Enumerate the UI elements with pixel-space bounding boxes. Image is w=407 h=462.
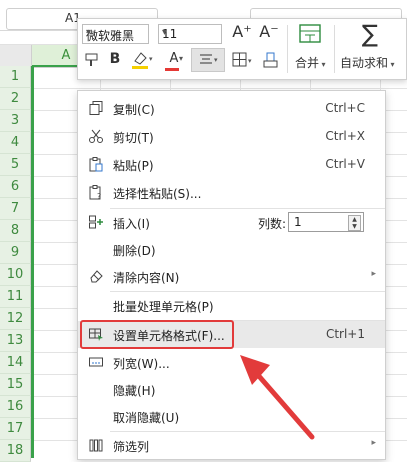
- highlight-box: [80, 320, 234, 349]
- svg-text:▾: ▾: [214, 56, 218, 64]
- format-painter-icon[interactable]: [82, 51, 102, 73]
- menu-item-insert[interactable]: 插入(I) 列数: 1 ▲ ▼: [78, 209, 385, 236]
- menu-item-cut[interactable]: 剪切(T) Ctrl+X: [78, 123, 385, 150]
- row-header[interactable]: 13: [0, 330, 31, 352]
- row-header[interactable]: 2: [0, 88, 31, 110]
- row-header[interactable]: 1: [0, 66, 31, 88]
- copy-icon: [88, 100, 104, 116]
- row-header[interactable]: 10: [0, 264, 31, 286]
- row-header[interactable]: 17: [0, 418, 31, 440]
- font-color-button[interactable]: A ▾: [162, 50, 186, 71]
- menu-item-label: 复制(C): [113, 103, 155, 117]
- row-header[interactable]: 15: [0, 374, 31, 396]
- row-header[interactable]: 3: [0, 110, 31, 132]
- menu-item-label: 筛选列: [113, 440, 150, 454]
- eraser-icon: [88, 268, 104, 284]
- clear-format-icon[interactable]: [260, 50, 282, 74]
- merge-icon[interactable]: [296, 23, 324, 49]
- menu-item-label: 取消隐藏(U): [113, 411, 180, 425]
- menu-item-label: 选择性粘贴(S)...: [113, 187, 202, 201]
- grow-font-icon[interactable]: A⁺: [231, 22, 253, 41]
- chevron-down-icon: ▾: [86, 27, 92, 38]
- row-header[interactable]: 11: [0, 286, 31, 308]
- menu-item-label: 隐藏(H): [113, 384, 156, 398]
- menu-item-clear-contents[interactable]: 清除内容(N) ▸: [78, 263, 385, 290]
- menu-item-label: 列宽(W)...: [113, 357, 170, 371]
- align-button[interactable]: ▾: [191, 48, 225, 72]
- svg-text:▾: ▾: [248, 57, 252, 65]
- svg-text:?: ?: [97, 192, 101, 200]
- menu-item-copy[interactable]: 复制(C) Ctrl+C: [78, 95, 385, 122]
- shrink-font-icon[interactable]: A⁻: [258, 22, 280, 41]
- font-size-select[interactable]: 11 ▾: [158, 24, 222, 44]
- row-header[interactable]: 6: [0, 176, 31, 198]
- border-button[interactable]: ▾: [230, 50, 256, 74]
- column-count-value: 1: [294, 215, 302, 229]
- autosum-button[interactable]: 自动求和 ▾: [340, 54, 395, 71]
- column-count-input[interactable]: 1 ▲ ▼: [288, 212, 364, 232]
- merge-label: 合并: [295, 56, 320, 70]
- chevron-right-icon: ▸: [371, 438, 376, 448]
- menu-item-label: 删除(D): [113, 244, 156, 258]
- menu-item-delete[interactable]: 删除(D): [78, 236, 385, 263]
- column-count-label: 列数:: [258, 217, 287, 231]
- highlight-color-button[interactable]: ▾: [128, 49, 154, 75]
- bold-button[interactable]: B: [106, 51, 124, 67]
- select-all-corner[interactable]: [0, 45, 32, 67]
- font-name-select[interactable]: 微软雅黑 ▾: [82, 24, 149, 44]
- chevron-right-icon: ▸: [371, 269, 376, 279]
- menu-item-batch-process[interactable]: 批量处理单元格(P): [78, 292, 385, 319]
- insert-icon: [88, 214, 104, 230]
- spinner-icon[interactable]: ▲ ▼: [348, 215, 361, 231]
- row-header[interactable]: 5: [0, 154, 31, 176]
- row-header[interactable]: 18: [0, 440, 31, 462]
- svg-text:▾: ▾: [149, 55, 153, 63]
- menu-item-shortcut: Ctrl+X: [325, 129, 365, 143]
- annotation-arrow-icon: [240, 355, 315, 440]
- filter-columns-icon: [88, 437, 104, 453]
- menu-item-shortcut: Ctrl+1: [325, 327, 365, 341]
- row-header[interactable]: 7: [0, 198, 31, 220]
- menu-item-paste[interactable]: 粘贴(P) Ctrl+V: [78, 151, 385, 178]
- row-header[interactable]: 16: [0, 396, 31, 418]
- selected-column-border: [31, 66, 34, 458]
- menu-item-label: 批量处理单元格(P): [113, 300, 214, 314]
- menu-item-shortcut: Ctrl+C: [325, 101, 365, 115]
- font-color-label: A: [169, 51, 179, 66]
- row-header[interactable]: 8: [0, 220, 31, 242]
- sigma-icon[interactable]: ∑: [356, 21, 384, 47]
- paste-special-icon: ?: [88, 184, 104, 201]
- menu-item-label: 清除内容(N): [113, 271, 180, 285]
- menu-item-label: 粘贴(P): [113, 159, 154, 173]
- row-header[interactable]: 12: [0, 308, 31, 330]
- row-header[interactable]: 14: [0, 352, 31, 374]
- mini-toolbar: 微软雅黑 ▾ 11 ▾ A⁺ A⁻ B ▾ A ▾ ▾ ▾ 合并 ▾ ∑ 自动求…: [77, 18, 407, 80]
- row-header[interactable]: 9: [0, 242, 31, 264]
- column-width-icon: [88, 354, 104, 370]
- menu-item-paste-special[interactable]: ? 选择性粘贴(S)...: [78, 179, 385, 206]
- menu-item-shortcut: Ctrl+V: [325, 157, 365, 171]
- menu-item-label: 插入(I): [113, 217, 150, 231]
- merge-button[interactable]: 合并 ▾: [295, 54, 326, 71]
- scissors-icon: [88, 128, 104, 144]
- autosum-label: 自动求和: [340, 56, 389, 70]
- menu-item-label: 剪切(T): [113, 131, 154, 145]
- row-header[interactable]: 4: [0, 132, 31, 154]
- chevron-down-icon: ▾: [162, 27, 168, 38]
- paste-icon: [88, 156, 104, 172]
